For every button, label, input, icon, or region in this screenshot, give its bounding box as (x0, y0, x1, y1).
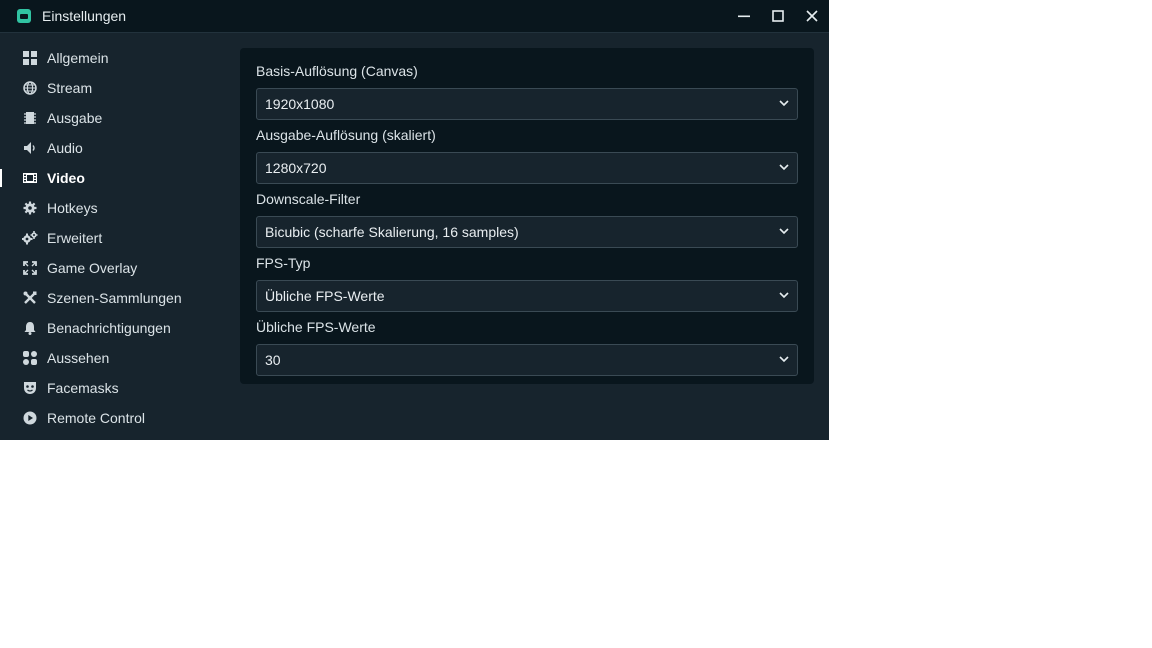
sidebar-item-audio[interactable]: Audio (0, 133, 232, 163)
select-value: Bicubic (scharfe Skalierung, 16 samples) (265, 224, 519, 240)
sidebar-item-remote-control[interactable]: Remote Control (0, 403, 232, 433)
film-icon (22, 170, 38, 186)
sidebar-item-benachrichtigungen[interactable]: Benachrichtigungen (0, 313, 232, 343)
sidebar-item-label: Allgemein (47, 50, 109, 66)
chevron-down-icon (779, 292, 789, 299)
video-settings-panel: Basis-Auflösung (Canvas) 1920x1080 Ausga… (240, 48, 814, 384)
sidebar-item-label: Hotkeys (47, 200, 98, 216)
play-circle-icon (22, 410, 38, 426)
sidebar-item-game-overlay[interactable]: Game Overlay (0, 253, 232, 283)
speaker-icon (22, 140, 38, 156)
palette-icon (22, 350, 38, 366)
sidebar-item-ausgabe[interactable]: Ausgabe (0, 103, 232, 133)
sidebar-item-allgemein[interactable]: Allgemein (0, 43, 232, 73)
title-bar[interactable]: Einstellungen (0, 0, 829, 33)
close-icon (806, 10, 818, 22)
sidebar-item-szenen-sammlungen[interactable]: Szenen-Sammlungen (0, 283, 232, 313)
close-button[interactable] (795, 0, 829, 32)
settings-window: Einstellungen Allgemein Stream Ausgabe A… (0, 0, 829, 440)
sidebar-item-stream[interactable]: Stream (0, 73, 232, 103)
mask-icon (22, 380, 38, 396)
sidebar-item-aussehen[interactable]: Aussehen (0, 343, 232, 373)
chevron-down-icon (779, 228, 789, 235)
sidebar-item-label: Aussehen (47, 350, 110, 366)
app-logo-icon (17, 9, 31, 23)
fps-type-label: FPS-Typ (256, 255, 311, 271)
maximize-icon (772, 10, 784, 22)
output-resolution-select[interactable]: 1280x720 (256, 152, 798, 184)
sidebar-item-label: Szenen-Sammlungen (47, 290, 182, 306)
sidebar-item-label: Ausgabe (47, 110, 103, 126)
minimize-button[interactable] (727, 0, 761, 32)
maximize-button[interactable] (761, 0, 795, 32)
select-value: 1280x720 (265, 160, 327, 176)
sidebar-item-hotkeys[interactable]: Hotkeys (0, 193, 232, 223)
globe-icon (22, 80, 38, 96)
sidebar-item-label: Facemasks (47, 380, 119, 396)
sidebar-item-label: Stream (47, 80, 93, 96)
minimize-icon (738, 15, 750, 18)
sidebar-item-label: Benachrichtigungen (47, 320, 171, 336)
downscale-filter-label: Downscale-Filter (256, 191, 361, 207)
chevron-down-icon (779, 100, 789, 107)
sidebar-item-label: Game Overlay (47, 260, 138, 276)
settings-sidebar: Allgemein Stream Ausgabe Audio Video Hot… (0, 33, 232, 440)
chip-icon (22, 110, 38, 126)
base-resolution-label: Basis-Auflösung (Canvas) (256, 63, 418, 79)
output-resolution-label: Ausgabe-Auflösung (skaliert) (256, 127, 436, 143)
sidebar-item-label: Audio (47, 140, 83, 156)
bell-icon (22, 320, 38, 336)
select-value: 30 (265, 352, 281, 368)
gear-icon (22, 200, 38, 216)
fps-type-select[interactable]: Übliche FPS-Werte (256, 280, 798, 312)
tools-icon (22, 290, 38, 306)
expand-icon (22, 260, 38, 276)
sidebar-item-label: Remote Control (47, 410, 146, 426)
common-fps-label: Übliche FPS-Werte (256, 319, 376, 335)
select-value: 1920x1080 (265, 96, 335, 112)
sidebar-item-label: Erweitert (47, 230, 103, 246)
sidebar-item-label: Video (47, 170, 85, 186)
sidebar-item-facemasks[interactable]: Facemasks (0, 373, 232, 403)
base-resolution-select[interactable]: 1920x1080 (256, 88, 798, 120)
select-value: Übliche FPS-Werte (265, 288, 385, 304)
grid-icon (22, 50, 38, 66)
common-fps-select[interactable]: 30 (256, 344, 798, 376)
chevron-down-icon (779, 356, 789, 363)
sidebar-item-erweitert[interactable]: Erweitert (0, 223, 232, 253)
sidebar-item-video[interactable]: Video (0, 163, 232, 193)
downscale-filter-select[interactable]: Bicubic (scharfe Skalierung, 16 samples) (256, 216, 798, 248)
chevron-down-icon (779, 164, 789, 171)
window-title: Einstellungen (42, 8, 127, 24)
window-controls (727, 0, 829, 32)
gears-icon (22, 230, 38, 246)
